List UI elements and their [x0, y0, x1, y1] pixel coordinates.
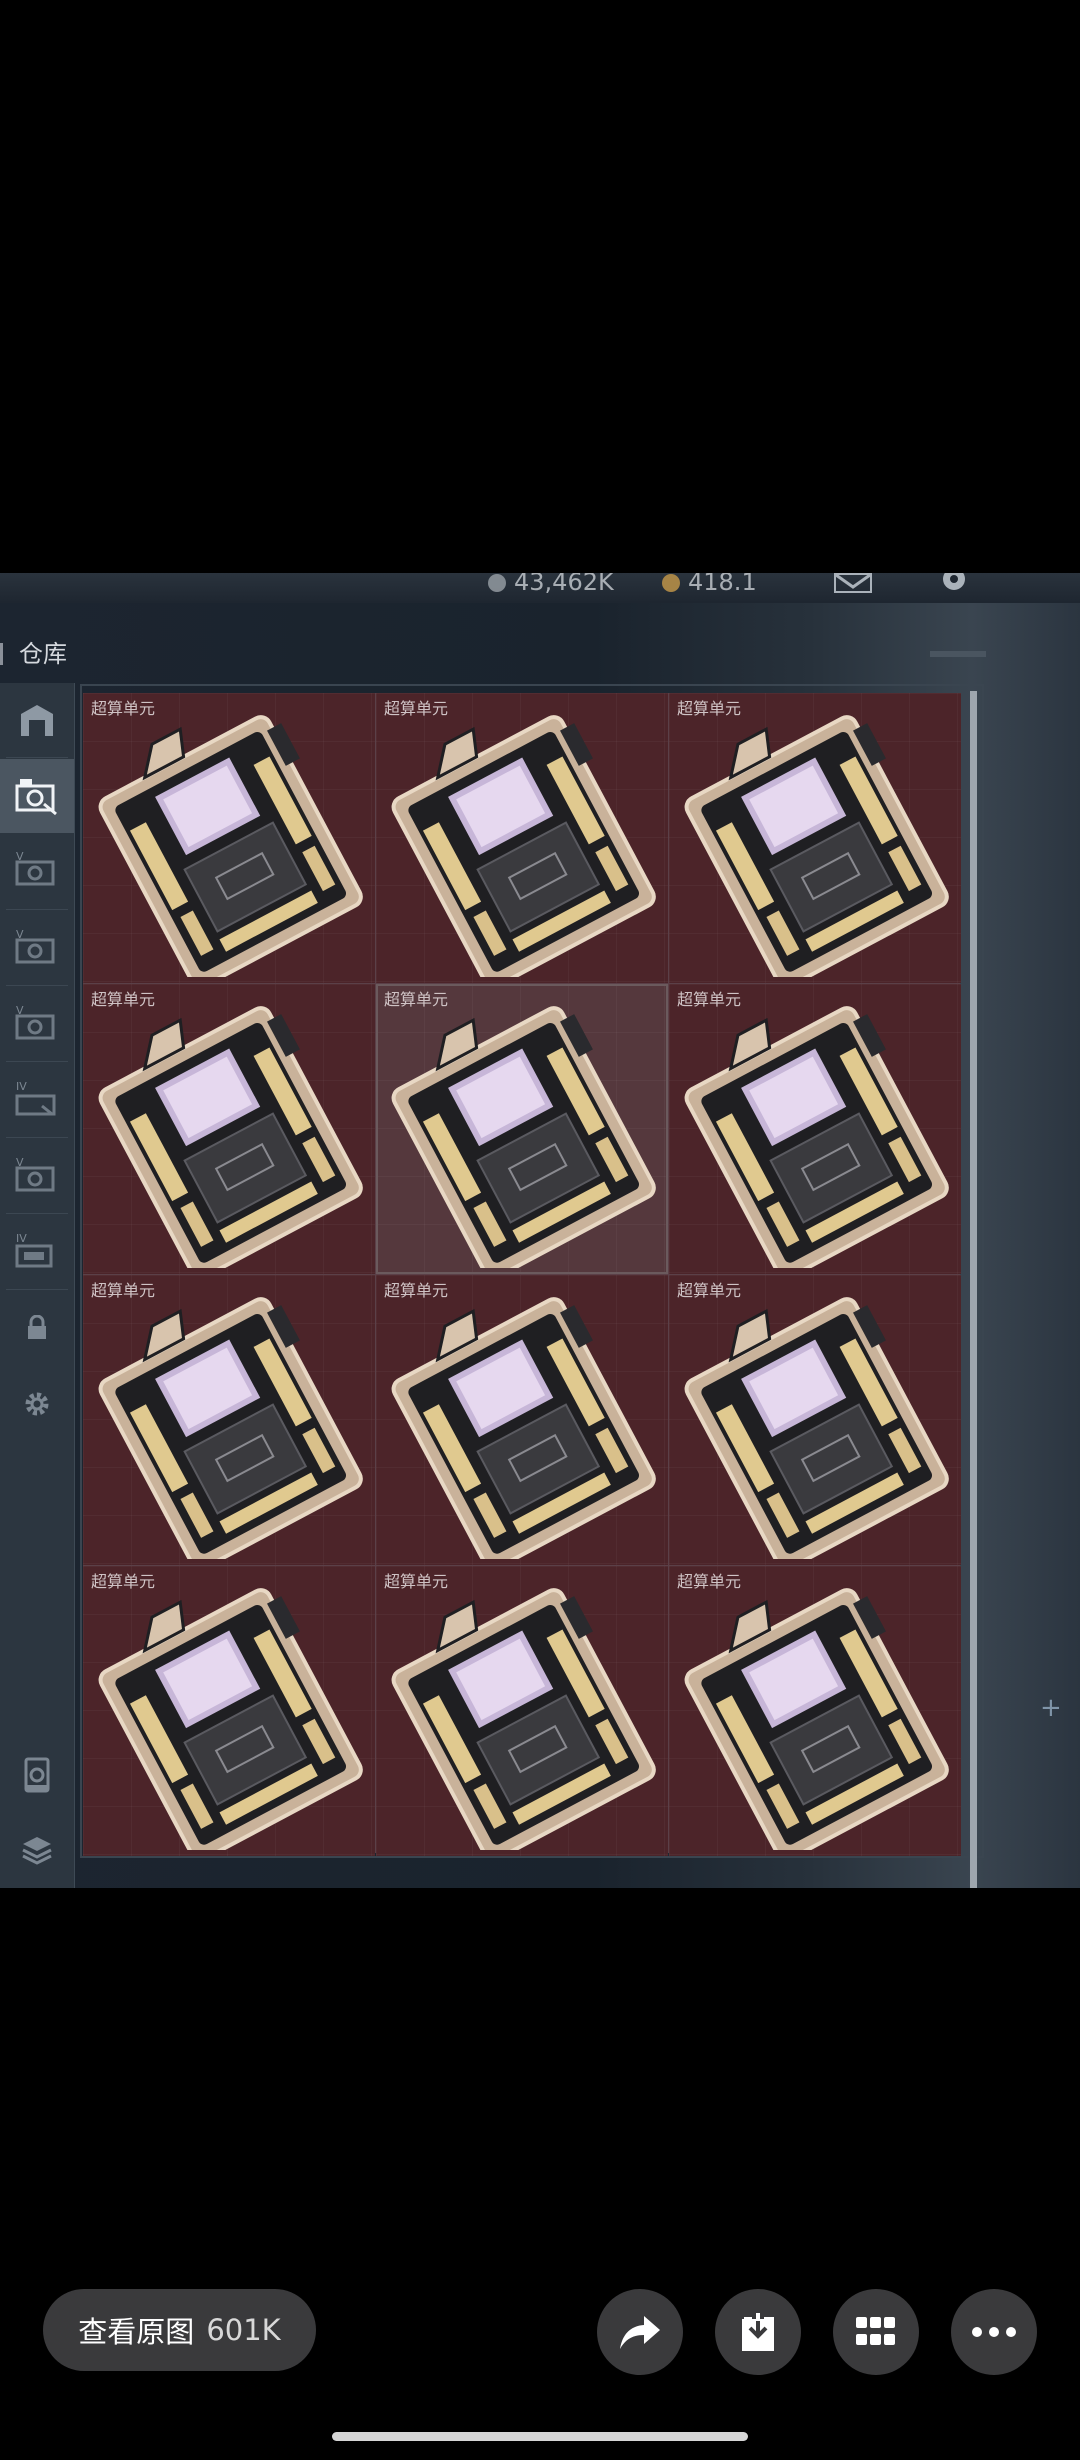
- sidebar-item-equipment-active[interactable]: [0, 759, 74, 833]
- svg-text:IV: IV: [16, 1232, 27, 1245]
- sidebar-item-tier-v-3[interactable]: V: [0, 987, 74, 1061]
- sidebar-item-tier-v-4[interactable]: V: [0, 1139, 74, 1213]
- inventory-item-cell[interactable]: 超算单元: [669, 1275, 961, 1565]
- compute-unit-image: [98, 715, 363, 977]
- gear-case-icon: V: [15, 850, 55, 886]
- download-icon: [742, 2313, 774, 2351]
- coin-icon: [488, 574, 506, 592]
- game-screenshot: 43,462K 418.1 仓库 V V V IV V IV 超算单元 超算单元…: [0, 573, 1080, 1888]
- currency-coins: 43,462K: [488, 573, 614, 595]
- item-name: 超算单元: [384, 990, 449, 1009]
- compute-unit-image: [391, 1006, 656, 1268]
- share-button[interactable]: [597, 2289, 683, 2375]
- item-name: 超算单元: [677, 1281, 742, 1300]
- home-indicator: [332, 2432, 748, 2441]
- warehouse-icon: [21, 705, 53, 736]
- gear-case-icon: V: [15, 928, 55, 964]
- item-name: 超算单元: [91, 1281, 156, 1300]
- sidebar-item-tier-v-1[interactable]: V: [0, 833, 74, 907]
- inventory-item-cell[interactable]: 超算单元: [376, 1275, 668, 1565]
- compute-unit-image: [391, 1588, 656, 1850]
- compute-unit-image: [684, 1588, 949, 1850]
- inventory-grid: 超算单元 超算单元 超算单元 超算单元 超算单元 超算单元 超算单元 超算单元 …: [83, 693, 961, 1856]
- currency-gems: 418.1: [662, 573, 757, 595]
- sidebar-item-warehouse[interactable]: [0, 683, 74, 757]
- item-name: 超算单元: [677, 990, 742, 1009]
- inventory-item-cell[interactable]: 超算单元: [376, 984, 668, 1274]
- item-name: 超算单元: [91, 990, 156, 1009]
- inventory-sidebar: V V V IV V IV: [0, 683, 75, 1888]
- inventory-item-cell[interactable]: 超算单元: [376, 693, 668, 983]
- view-original-label: 查看原图: [78, 2315, 195, 2349]
- recycle-icon: [24, 1757, 50, 1793]
- sidebar-item-tier-iv-2[interactable]: IV: [0, 1215, 74, 1289]
- compute-unit-image: [684, 1297, 949, 1559]
- item-name: 超算单元: [677, 699, 742, 718]
- view-original-button[interactable]: 查看原图 601K: [43, 2289, 316, 2371]
- sidebar-divider: [6, 1289, 68, 1290]
- compute-unit-image: [98, 1588, 363, 1850]
- item-name: 超算单元: [677, 1572, 742, 1591]
- compute-unit-image: [98, 1006, 363, 1268]
- sidebar-divider: [6, 757, 68, 758]
- settings-icon: [25, 1392, 49, 1416]
- gear-case-icon: IV: [15, 1232, 53, 1268]
- sidebar-item-locked[interactable]: [0, 1291, 74, 1365]
- crosshair-marker: +: [1040, 1693, 1062, 1723]
- gear-case-icon: V: [15, 1004, 55, 1040]
- sidebar-item-settings[interactable]: [0, 1367, 74, 1441]
- inventory-item-cell[interactable]: 超算单元: [83, 984, 375, 1274]
- item-name: 超算单元: [384, 1281, 449, 1300]
- inventory-item-cell[interactable]: 超算单元: [83, 693, 375, 983]
- compute-unit-image: [684, 1006, 949, 1268]
- layers-icon: [22, 1837, 52, 1865]
- item-name: 超算单元: [91, 699, 156, 718]
- mail-icon[interactable]: [834, 573, 872, 593]
- item-name: 超算单元: [384, 1572, 449, 1591]
- compute-unit-image: [98, 1297, 363, 1559]
- settings-gear-icon[interactable]: [935, 573, 973, 593]
- inventory-item-cell[interactable]: 超算单元: [376, 1566, 668, 1856]
- sidebar-item-recycle[interactable]: [0, 1738, 74, 1812]
- item-name: 超算单元: [91, 1572, 156, 1591]
- sidebar-divider: [6, 1061, 68, 1062]
- sidebar-item-layers[interactable]: [0, 1813, 74, 1887]
- gem-icon: [662, 574, 680, 592]
- compute-unit-image: [684, 715, 949, 977]
- title-marker: [0, 643, 3, 665]
- gear-case-icon: IV: [15, 1080, 56, 1116]
- panel-info-indicator: [930, 651, 986, 657]
- more-button[interactable]: [951, 2289, 1037, 2375]
- download-button[interactable]: [715, 2289, 801, 2375]
- currency-coins-value: 43,462K: [514, 573, 614, 596]
- apps-button[interactable]: [833, 2289, 919, 2375]
- sidebar-item-tier-iv-1[interactable]: IV: [0, 1063, 74, 1137]
- inventory-item-cell[interactable]: 超算单元: [669, 1566, 961, 1856]
- gear-case-icon: V: [15, 1156, 55, 1192]
- sidebar-divider: [6, 1213, 68, 1214]
- lock-icon: [28, 1315, 46, 1339]
- compute-unit-image: [391, 715, 656, 977]
- sidebar-divider: [6, 1137, 68, 1138]
- sidebar-divider: [6, 985, 68, 986]
- share-icon: [620, 2316, 660, 2349]
- inventory-scrollbar[interactable]: [970, 691, 977, 1888]
- currency-gems-value: 418.1: [688, 573, 757, 596]
- gear-case-icon: [15, 779, 57, 816]
- inventory-item-cell[interactable]: 超算单元: [669, 984, 961, 1274]
- panel-title: 仓库: [19, 640, 67, 668]
- screen: 43,462K 418.1 仓库 V V V IV V IV 超算单元 超算单元…: [0, 0, 1080, 2460]
- more-icon: [972, 2327, 1016, 2337]
- svg-text:IV: IV: [16, 1080, 27, 1093]
- compute-unit-image: [391, 1297, 656, 1559]
- apps-grid-icon: [856, 2317, 895, 2345]
- inventory-item-cell[interactable]: 超算单元: [83, 1566, 375, 1856]
- item-name: 超算单元: [384, 699, 449, 718]
- view-original-size: 601K: [206, 2313, 281, 2347]
- inventory-item-cell[interactable]: 超算单元: [669, 693, 961, 983]
- sidebar-item-tier-v-2[interactable]: V: [0, 911, 74, 985]
- sidebar-divider: [6, 909, 68, 910]
- inventory-item-cell[interactable]: 超算单元: [83, 1275, 375, 1565]
- game-top-bar: 43,462K 418.1: [0, 573, 1080, 603]
